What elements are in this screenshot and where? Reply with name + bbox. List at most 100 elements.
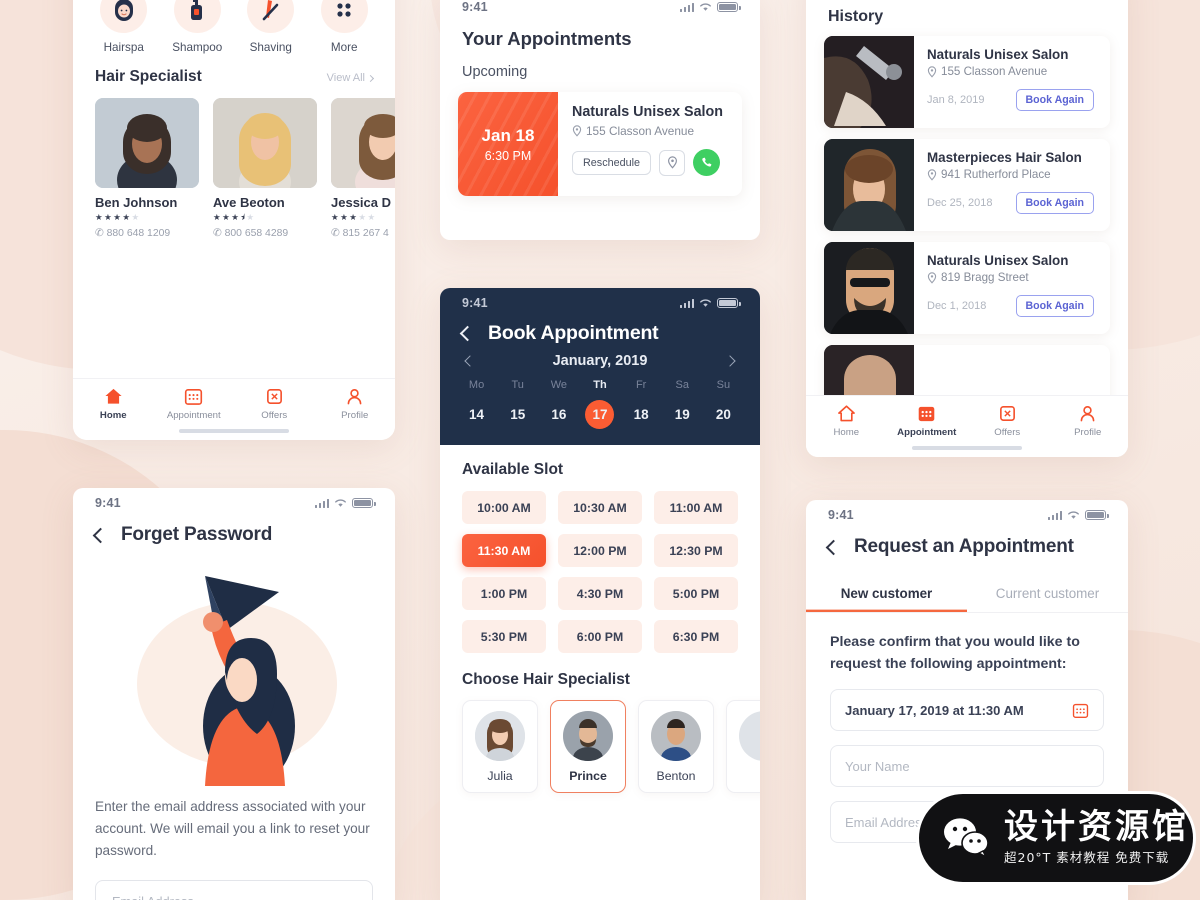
time-slot[interactable]: 5:30 PM <box>462 620 546 653</box>
specialist-option[interactable]: Benton <box>638 700 714 793</box>
offer-tag-icon <box>999 406 1015 421</box>
calendar-icon[interactable] <box>1072 702 1089 719</box>
email-placeholder: Email Address <box>112 894 194 900</box>
battery-icon <box>717 297 741 309</box>
specialist-card[interactable]: Ben Johnson ★ ★ ★ ★ ★ ✆ 880 648 1209 <box>95 98 199 239</box>
time-slot-selected[interactable]: 11:30 AM <box>462 534 546 567</box>
book-again-button[interactable]: Book Again <box>1015 295 1094 317</box>
status-indicators <box>679 297 741 309</box>
shampoo-bottle-icon <box>173 0 221 33</box>
map-button[interactable] <box>659 149 686 176</box>
calendar-day[interactable]: 20 <box>703 400 744 429</box>
calendar-day[interactable]: 18 <box>621 400 662 429</box>
time-slot[interactable]: 12:30 PM <box>654 534 738 567</box>
specialist-option[interactable]: Julia <box>462 700 538 793</box>
email-field[interactable]: Email Address <box>95 880 373 900</box>
time-slot[interactable]: 11:00 AM <box>654 491 738 524</box>
book-again-button[interactable]: Book Again <box>1015 192 1094 214</box>
view-all-label: View All <box>326 72 365 84</box>
battery-icon <box>352 497 376 509</box>
book-appointment-screen-panel: 9:41 Book Appointment January, 2019 Mo T… <box>440 288 760 900</box>
tab-offers[interactable]: Offers <box>967 404 1048 438</box>
name-field[interactable]: Your Name <box>830 745 1104 787</box>
calendar-month-label: January, 2019 <box>552 353 648 369</box>
time-slot[interactable]: 12:00 PM <box>558 534 642 567</box>
history-item[interactable]: Masterpieces Hair Salon 941 Rutherford P… <box>824 139 1110 231</box>
choose-specialist-title: Choose Hair Specialist <box>462 671 630 688</box>
avatar <box>739 711 760 761</box>
battery-icon <box>1085 509 1109 521</box>
calendar-day[interactable]: 16 <box>538 400 579 429</box>
call-button[interactable] <box>693 149 721 176</box>
specialist-card[interactable]: Ave Beoton ★ ★ ★ ⯨ ★ ✆ 800 658 4289 <box>213 98 317 239</box>
back-icon[interactable] <box>92 527 109 543</box>
back-icon[interactable] <box>825 539 842 555</box>
specialist-name: Benton <box>656 769 696 783</box>
time-slot[interactable]: 10:30 AM <box>558 491 642 524</box>
star-icon: ★ <box>104 212 112 222</box>
tab-home[interactable]: Home <box>73 387 154 421</box>
calendar-dow: Fr <box>635 379 647 391</box>
back-icon[interactable] <box>459 325 476 342</box>
time-slot[interactable]: 6:30 PM <box>654 620 738 653</box>
reschedule-button[interactable]: Reschedule <box>572 150 652 175</box>
specialist-phone: ✆ 800 658 4289 <box>213 227 317 239</box>
service-label: Shaving <box>249 41 292 54</box>
tab-new-customer[interactable]: New customer <box>806 576 967 612</box>
calendar-nav: January, 2019 <box>440 345 760 369</box>
history-thumbnail <box>824 36 914 128</box>
time-slot[interactable]: 4:30 PM <box>558 577 642 610</box>
specialist-list[interactable]: Ben Johnson ★ ★ ★ ★ ★ ✆ 880 648 1209 Ave… <box>73 90 395 239</box>
service-item-shaving[interactable]: Shaving <box>234 0 308 54</box>
service-item-hairspa[interactable]: Hairspa <box>87 0 161 54</box>
appointments-screen-panel: 9:41 Your Appointments Upcoming Jan 18 6… <box>440 0 760 240</box>
next-month-icon[interactable] <box>724 355 736 367</box>
forgot-title-row: Forget Password <box>73 512 395 546</box>
specialist-card[interactable]: Jessica D ★ ★ ★ ★ ★ ✆ 815 267 4 <box>331 98 395 239</box>
tab-offers[interactable]: Offers <box>234 387 315 421</box>
specialist-option-partial[interactable] <box>726 700 760 793</box>
service-item-shampoo[interactable]: Shampoo <box>161 0 235 54</box>
tab-label: Profile <box>1074 427 1102 438</box>
hair-specialist-section-header: Hair Specialist View All <box>73 58 395 90</box>
page-title: Request an Appointment <box>854 536 1074 557</box>
star-icon: ★ <box>231 212 239 222</box>
view-all-link[interactable]: View All <box>326 72 375 84</box>
request-title-row: Request an Appointment <box>806 524 1128 558</box>
time-slot[interactable]: 6:00 PM <box>558 620 642 653</box>
service-item-more[interactable]: More <box>308 0 382 54</box>
tab-current-customer[interactable]: Current customer <box>967 576 1128 612</box>
history-item[interactable]: Naturals Unisex Salon 819 Bragg Street D… <box>824 242 1110 334</box>
calendar-day[interactable]: 15 <box>497 400 538 429</box>
address-text: 155 Classon Avenue <box>586 124 695 138</box>
specialist-option-selected[interactable]: Prince <box>550 700 626 793</box>
time-slot[interactable]: 5:00 PM <box>654 577 738 610</box>
tab-profile[interactable]: Profile <box>315 387 396 421</box>
datetime-field[interactable]: January 17, 2019 at 11:30 AM <box>830 689 1104 731</box>
calendar-day-selected[interactable]: 17 <box>579 400 620 429</box>
page-title: Forget Password <box>121 524 273 545</box>
tab-appointment[interactable]: Appointment <box>154 387 235 421</box>
appointment-card[interactable]: Jan 18 6:30 PM Naturals Unisex Salon 155… <box>458 92 742 196</box>
specialist-name: Prince <box>569 769 607 783</box>
offer-tag-icon <box>266 389 282 404</box>
watermark-badge: 设计资源馆 超20°T 素材教程 免费下载 <box>916 791 1196 885</box>
history-thumbnail <box>824 139 914 231</box>
location-pin-icon <box>927 168 937 181</box>
book-again-button[interactable]: Book Again <box>1015 89 1094 111</box>
forgot-password-illustration <box>73 546 395 796</box>
address-text: 155 Classon Avenue <box>941 65 1048 78</box>
service-label: More <box>330 41 358 54</box>
time-slot[interactable]: 10:00 AM <box>462 491 546 524</box>
time-slot[interactable]: 1:00 PM <box>462 577 546 610</box>
prev-month-icon[interactable] <box>464 355 476 367</box>
calendar-day[interactable]: 14 <box>456 400 497 429</box>
rating-stars: ★ ★ ★ ⯨ ★ <box>213 213 317 222</box>
tab-appointment[interactable]: Appointment <box>887 404 968 438</box>
tab-home[interactable]: Home <box>806 404 887 438</box>
tab-profile[interactable]: Profile <box>1048 404 1129 438</box>
calendar-day[interactable]: 19 <box>662 400 703 429</box>
tab-label: Appointment <box>166 410 221 421</box>
history-item[interactable]: Naturals Unisex Salon 155 Classon Avenue… <box>824 36 1110 128</box>
star-icon: ★ <box>340 212 348 222</box>
